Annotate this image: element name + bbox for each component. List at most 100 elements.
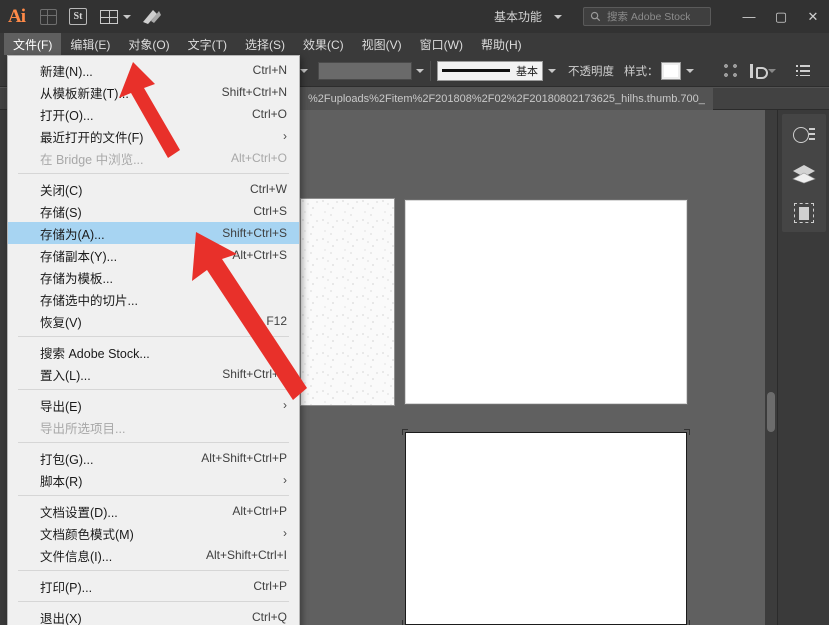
file-menu-item[interactable]: 存储选中的切片... — [8, 288, 299, 310]
menubar-item-8[interactable]: 帮助(H) — [472, 33, 531, 56]
menu-item-shortcut: Alt+Shift+Ctrl+P — [201, 451, 287, 465]
menu-divider — [18, 389, 289, 390]
selection-handle[interactable] — [402, 620, 408, 625]
canvas-vertical-scrollbar[interactable] — [765, 110, 777, 625]
fill-dropdown[interactable] — [300, 55, 308, 86]
file-menu-item[interactable]: 文档设置(D)... Alt+Ctrl+P — [8, 500, 299, 522]
menu-item-shortcut: Alt+Ctrl+O — [230, 151, 287, 165]
menubar-item-7[interactable]: 窗口(W) — [411, 33, 472, 56]
menu-item-label: 从模板新建(T)... — [40, 86, 129, 101]
selection-handle[interactable] — [684, 429, 690, 435]
file-menu-item: 导出所选项目... — [8, 416, 299, 438]
stock-search-input[interactable]: 搜索 Adobe Stock — [583, 7, 711, 26]
artboard-textured[interactable] — [300, 198, 395, 406]
file-menu-item[interactable]: 恢复(V) F12 — [8, 310, 299, 332]
scrollbar-thumb[interactable] — [767, 392, 775, 432]
options-button[interactable] — [792, 60, 814, 82]
file-menu-item[interactable]: 脚本(R) › — [8, 469, 299, 491]
menubar-item-6[interactable]: 视图(V) — [353, 33, 411, 56]
maximize-button[interactable]: ▢ — [765, 0, 797, 33]
stroke-dropdown[interactable] — [548, 55, 556, 86]
transform-button[interactable] — [746, 60, 768, 82]
style-swatch[interactable] — [660, 61, 681, 80]
menu-item-shortcut: Shift+Ctrl+P — [222, 367, 287, 381]
menubar-item-0[interactable]: 文件(F) — [4, 32, 62, 56]
menu-item-shortcut: Alt+Shift+Ctrl+I — [205, 548, 287, 562]
bridge-icon[interactable] — [33, 0, 63, 33]
file-menu-item[interactable]: 存储为(A)... Shift+Ctrl+S — [8, 222, 299, 244]
file-menu-item[interactable]: 文件信息(I)... Alt+Shift+Ctrl+I — [8, 544, 299, 566]
menu-item-label: 存储为(A)... — [40, 227, 105, 242]
artboard-2-selected[interactable] — [405, 432, 687, 625]
menu-item-shortcut: Alt+Ctrl+S — [232, 248, 287, 262]
workspace-label: 基本功能 — [493, 10, 542, 24]
search-icon — [590, 11, 601, 22]
style-dropdown[interactable] — [685, 55, 694, 86]
menu-item-label: 文件信息(I)... — [40, 549, 113, 564]
file-menu-item[interactable]: 打开(O)... Ctrl+O — [8, 103, 299, 125]
selection-handle[interactable] — [684, 620, 690, 625]
workspace-switcher[interactable]: 基本功能 — [485, 5, 571, 28]
menu-divider — [18, 601, 289, 602]
fill-swatch-dropdown[interactable] — [416, 55, 424, 86]
file-menu-item[interactable]: 打包(G)... Alt+Shift+Ctrl+P — [8, 447, 299, 469]
menu-item-label: 恢复(V) — [40, 315, 82, 330]
file-menu-item: 在 Bridge 中浏览... Alt+Ctrl+O — [8, 147, 299, 169]
file-menu-dropdown[interactable]: 新建(N)... Ctrl+N 从模板新建(T)... Shift+Ctrl+N 打开(… — [7, 55, 300, 625]
file-menu-item[interactable]: 从模板新建(T)... Shift+Ctrl+N — [8, 81, 299, 103]
menu-item-shortcut: Alt+Ctrl+P — [232, 504, 287, 518]
stroke-profile-selector[interactable]: 基本 — [437, 60, 543, 81]
file-menu-item[interactable]: 导出(E) › — [8, 394, 299, 416]
file-menu-item[interactable]: 最近打开的文件(F) › — [8, 125, 299, 147]
document-tab[interactable]: %2Fuploads%2Fitem%2F201808%2F02%2F201808… — [300, 87, 713, 110]
style-label: 样式： — [624, 65, 659, 78]
file-menu-item[interactable]: 新建(N)... Ctrl+N — [8, 59, 299, 81]
menu-divider — [18, 173, 289, 174]
file-menu-item[interactable]: 退出(X) Ctrl+Q — [8, 606, 299, 625]
menubar-item-3[interactable]: 文字(T) — [179, 33, 236, 56]
arrange-documents-icon[interactable] — [93, 0, 137, 33]
stroke-preview-icon — [442, 69, 510, 72]
fill-swatch-field[interactable] — [318, 61, 412, 80]
right-dock — [777, 110, 829, 625]
menu-item-label: 打印(P)... — [40, 580, 93, 595]
menu-bar: 文件(F) 编辑(E) 对象(O) 文字(T) 选择(S) 效果(C) 视图(V) 窗口(W)… — [0, 32, 829, 56]
menubar-item-4[interactable]: 选择(S) — [236, 33, 294, 56]
menu-item-shortcut: Ctrl+N — [252, 63, 287, 77]
layers-panel-icon[interactable] — [790, 161, 818, 187]
artboard-1[interactable] — [405, 200, 687, 404]
menu-item-label: 置入(L)... — [40, 368, 91, 383]
menu-item-label: 脚本(R) — [40, 474, 83, 489]
menu-item-shortcut: Shift+Ctrl+S — [222, 226, 287, 240]
file-menu-item[interactable]: 搜索 Adobe Stock... — [8, 341, 299, 363]
artboards-panel-icon[interactable] — [790, 200, 818, 226]
chevron-down-icon — [554, 14, 562, 19]
menu-item-label: 打开(O)... — [40, 108, 94, 123]
menubar-item-2[interactable]: 对象(O) — [119, 33, 178, 56]
transform-icon — [749, 63, 768, 79]
menu-item-label: 关闭(C) — [40, 183, 83, 198]
file-menu-item[interactable]: 打印(P)... Ctrl+P — [8, 575, 299, 597]
menubar-item-5[interactable]: 效果(C) — [294, 33, 353, 56]
file-menu-item[interactable]: 置入(L)... Shift+Ctrl+P — [8, 363, 299, 385]
file-menu-item[interactable]: 关闭(C) Ctrl+W — [8, 178, 299, 200]
divider — [430, 60, 431, 81]
window-controls: — ▢ ✕ — [733, 0, 829, 33]
adobe-swoosh-icon[interactable] — [137, 0, 167, 33]
minimize-button[interactable]: — — [733, 0, 765, 33]
menu-item-label: 打包(G)... — [40, 452, 94, 467]
file-menu-item[interactable]: 文档颜色模式(M) › — [8, 522, 299, 544]
file-menu-item[interactable]: 存储为模板... — [8, 266, 299, 288]
menu-item-label: 存储选中的切片... — [40, 293, 138, 308]
menu-item-label: 退出(X) — [40, 611, 82, 625]
file-menu-item[interactable]: 存储副本(Y)... Alt+Ctrl+S — [8, 244, 299, 266]
transform-dropdown[interactable] — [767, 55, 776, 86]
chevron-right-icon: › — [283, 398, 287, 412]
align-button[interactable] — [720, 60, 742, 82]
close-button[interactable]: ✕ — [797, 0, 829, 33]
properties-panel-icon[interactable] — [790, 122, 818, 148]
selection-handle[interactable] — [402, 429, 408, 435]
menubar-item-1[interactable]: 编辑(E) — [61, 33, 119, 56]
file-menu-item[interactable]: 存储(S) Ctrl+S — [8, 200, 299, 222]
stock-icon[interactable]: St — [63, 0, 93, 33]
